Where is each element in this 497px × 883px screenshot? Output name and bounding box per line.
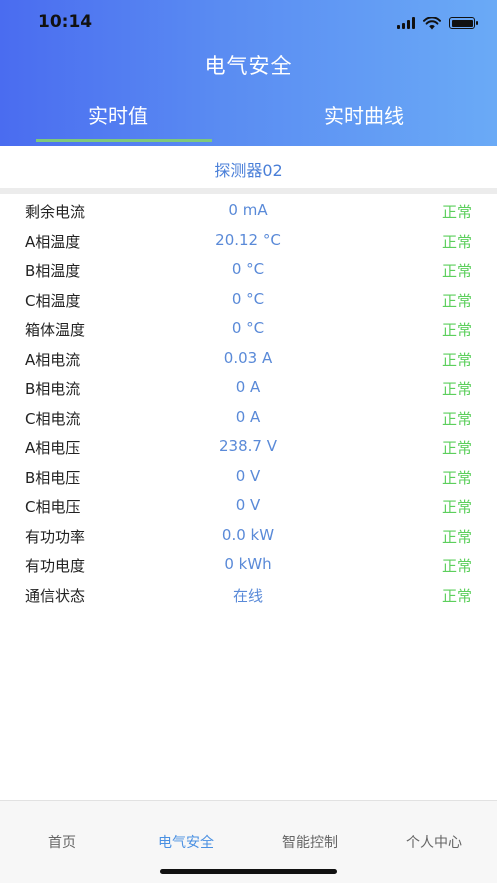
reading-value: 0.03 A	[223, 348, 273, 367]
list-item: B相电流 0 A 正常	[0, 373, 497, 403]
reading-label: C相电压	[25, 498, 81, 516]
home-indicator	[160, 869, 337, 874]
list-item: C相电压 0 V 正常	[0, 491, 497, 521]
reading-status: 正常	[441, 291, 472, 310]
nav-item-smart-control[interactable]: 智能控制	[248, 832, 372, 852]
reading-value: 0.0 kW	[221, 525, 275, 544]
reading-value: 0 °C	[231, 319, 265, 337]
status-icons	[397, 14, 478, 32]
reading-status: 正常	[441, 498, 472, 516]
list-item: B相温度 0 °C 正常	[0, 255, 497, 285]
reading-label: A相电流	[25, 350, 81, 369]
nav-item-personal-center[interactable]: 个人中心	[372, 832, 496, 852]
reading-label: B相电流	[25, 380, 81, 398]
reading-status: 正常	[441, 321, 472, 339]
readings-list: 剩余电流 0 mA 正常 A相温度 20.12 °C 正常 B相温度 0 °C …	[0, 196, 497, 609]
reading-value: 0 °C	[231, 260, 265, 278]
reading-label: B相温度	[25, 262, 81, 280]
list-item: C相温度 0 °C 正常	[0, 285, 497, 315]
cellular-signal-icon	[397, 17, 415, 29]
reading-label: A相温度	[25, 232, 81, 251]
reading-label: 通信状态	[25, 586, 86, 605]
reading-value: 0 V	[235, 496, 261, 514]
wifi-icon	[423, 16, 441, 29]
status-time: 10:14	[38, 12, 93, 32]
detector-name: 探测器02	[214, 161, 283, 180]
reading-status: 正常	[441, 262, 472, 280]
reading-value: 238.7 V	[219, 437, 277, 455]
reading-status: 正常	[441, 232, 472, 251]
reading-value: 0 V	[235, 466, 261, 485]
nav-item-electrical-safety[interactable]: 电气安全	[124, 832, 248, 852]
status-bar: 10:14	[0, 0, 497, 48]
reading-value: 0 A	[235, 378, 261, 396]
header: 10:14 电气安全 实时值 实时曲线	[0, 0, 497, 146]
reading-value: 0 kWh	[224, 555, 272, 573]
reading-value: 在线	[232, 586, 263, 605]
reading-status: 正常	[441, 380, 472, 398]
reading-label: 箱体温度	[25, 321, 86, 339]
reading-label: B相电压	[25, 468, 81, 487]
reading-label: 有功功率	[25, 527, 86, 546]
list-item: 剩余电流 0 mA 正常	[0, 196, 497, 226]
section-divider	[0, 188, 497, 194]
reading-value: 20.12 °C	[215, 230, 281, 249]
list-item: 有功电度 0 kWh 正常	[0, 550, 497, 580]
reading-label: C相电流	[25, 409, 81, 428]
reading-status: 正常	[441, 439, 472, 457]
reading-status: 正常	[441, 350, 472, 369]
active-tab-indicator	[36, 139, 212, 142]
detector-selector[interactable]: 探测器02	[0, 150, 497, 188]
reading-value: 0 A	[235, 407, 261, 426]
battery-icon	[449, 17, 478, 29]
list-item: A相温度 20.12 °C 正常	[0, 226, 497, 256]
list-item: A相电压 238.7 V 正常	[0, 432, 497, 462]
list-item: B相电压 0 V 正常	[0, 462, 497, 492]
page-title: 电气安全	[204, 54, 293, 78]
list-item: 有功功率 0.0 kW 正常	[0, 521, 497, 551]
reading-status: 正常	[441, 468, 472, 487]
reading-status: 正常	[441, 527, 472, 546]
list-item: 箱体温度 0 °C 正常	[0, 314, 497, 344]
nav-item-home[interactable]: 首页	[0, 832, 124, 852]
reading-label: C相温度	[25, 291, 81, 310]
reading-value: 0 °C	[231, 289, 265, 308]
list-item: C相电流 0 A 正常	[0, 403, 497, 433]
reading-label: 有功电度	[25, 557, 86, 575]
reading-label: A相电压	[25, 439, 81, 457]
reading-status: 正常	[441, 203, 472, 221]
list-item: A相电流 0.03 A 正常	[0, 344, 497, 374]
list-item: 通信状态 在线 正常	[0, 580, 497, 610]
tab-realtime-values[interactable]: 实时值	[88, 100, 148, 129]
reading-label: 剩余电流	[25, 203, 86, 221]
reading-status: 正常	[441, 586, 472, 605]
reading-status: 正常	[441, 409, 472, 428]
reading-value: 0 mA	[228, 201, 268, 219]
tab-realtime-curve[interactable]: 实时曲线	[324, 100, 404, 129]
reading-status: 正常	[441, 557, 472, 575]
